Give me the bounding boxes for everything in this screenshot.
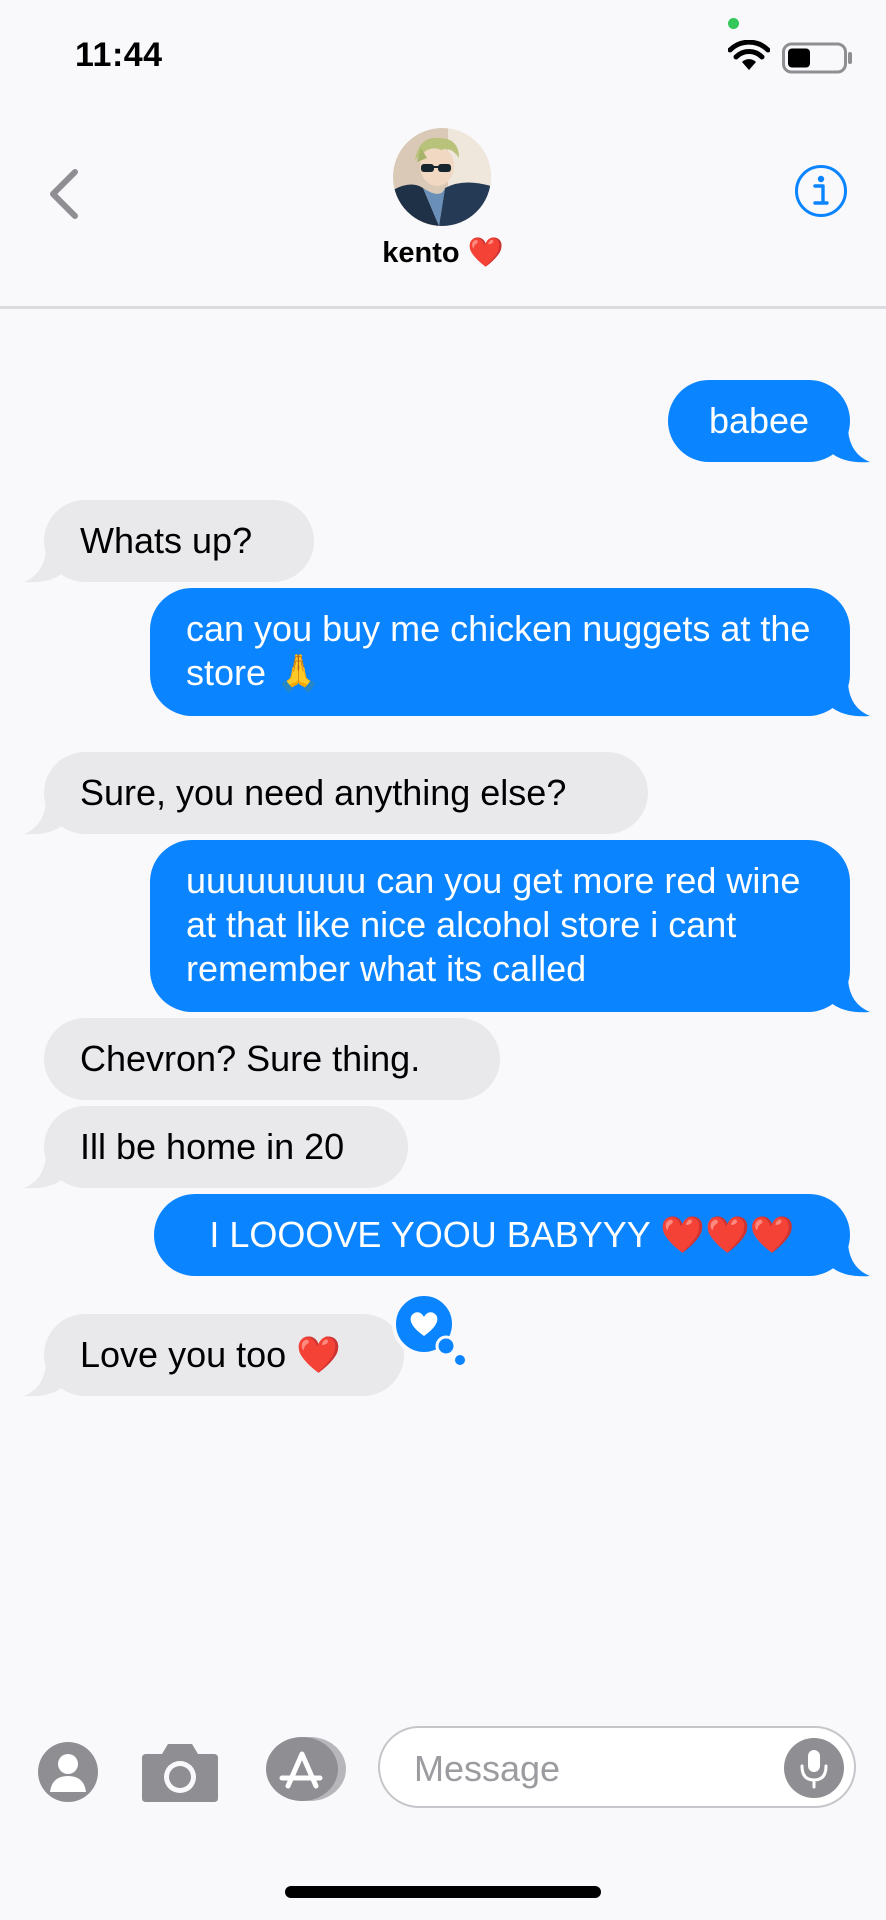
bubble-tail — [830, 1244, 870, 1277]
message-text: Love you too ❤️ — [80, 1334, 341, 1375]
conversation-header: kento ❤️ — [0, 0, 886, 309]
contact-name-emoji: ❤️ — [467, 237, 504, 269]
heart-reaction-icon[interactable] — [392, 1292, 466, 1366]
message-bubble-incoming[interactable]: Chevron? Sure thing. — [44, 1018, 500, 1100]
message-input[interactable]: Message — [378, 1726, 856, 1808]
message-bubble-incoming[interactable]: Whats up? — [44, 500, 314, 582]
bubble-tail — [24, 1156, 64, 1189]
home-indicator — [285, 1886, 601, 1898]
back-chevron-icon[interactable] — [44, 166, 84, 222]
message-text: babee — [708, 400, 810, 441]
message-bubble-incoming[interactable]: Love you too ❤️ — [44, 1314, 404, 1396]
bubble-tail — [24, 1364, 64, 1397]
contact-avatar[interactable] — [393, 128, 491, 226]
message-placeholder: Message — [414, 1748, 561, 1789]
bubble-tail — [830, 684, 870, 717]
message-bubble-incoming[interactable]: Sure, you need anything else? — [44, 752, 648, 834]
message-text: uuuuuuuuu can you get more red wine at t… — [186, 860, 801, 989]
camera-icon[interactable] — [140, 1738, 220, 1804]
message-bubble-outgoing[interactable]: can you buy me chicken nuggets at the st… — [150, 588, 850, 716]
message-bubble-outgoing[interactable]: uuuuuuuuu can you get more red wine at t… — [150, 840, 850, 1012]
message-text: I LOOOVE YOOU BABYYY ❤️❤️❤️ — [209, 1214, 795, 1255]
message-bubble-incoming[interactable]: Ill be home in 20 — [44, 1106, 408, 1188]
message-text: can you buy me chicken nuggets at the st… — [186, 608, 811, 693]
bubble-tail — [830, 980, 870, 1013]
contact-name: kento — [382, 237, 460, 269]
contacts-icon[interactable] — [36, 1740, 100, 1804]
info-icon[interactable] — [794, 164, 848, 218]
message-bubble-outgoing[interactable]: babee — [668, 380, 850, 462]
message-text: Sure, you need anything else? — [80, 772, 567, 813]
app-store-icon[interactable] — [262, 1736, 348, 1802]
contact-name-row[interactable]: kento ❤️ — [0, 236, 886, 270]
message-bubble-outgoing[interactable]: I LOOOVE YOOU BABYYY ❤️❤️❤️ — [154, 1194, 850, 1276]
microphone-icon[interactable] — [784, 1738, 844, 1798]
message-text: Ill be home in 20 — [80, 1126, 345, 1167]
message-text: Whats up? — [80, 520, 253, 561]
bubble-tail — [24, 550, 64, 583]
message-text: Chevron? Sure thing. — [80, 1038, 421, 1079]
bubble-tail — [830, 430, 870, 463]
avatar-image — [393, 128, 491, 226]
bubble-tail — [24, 802, 64, 835]
